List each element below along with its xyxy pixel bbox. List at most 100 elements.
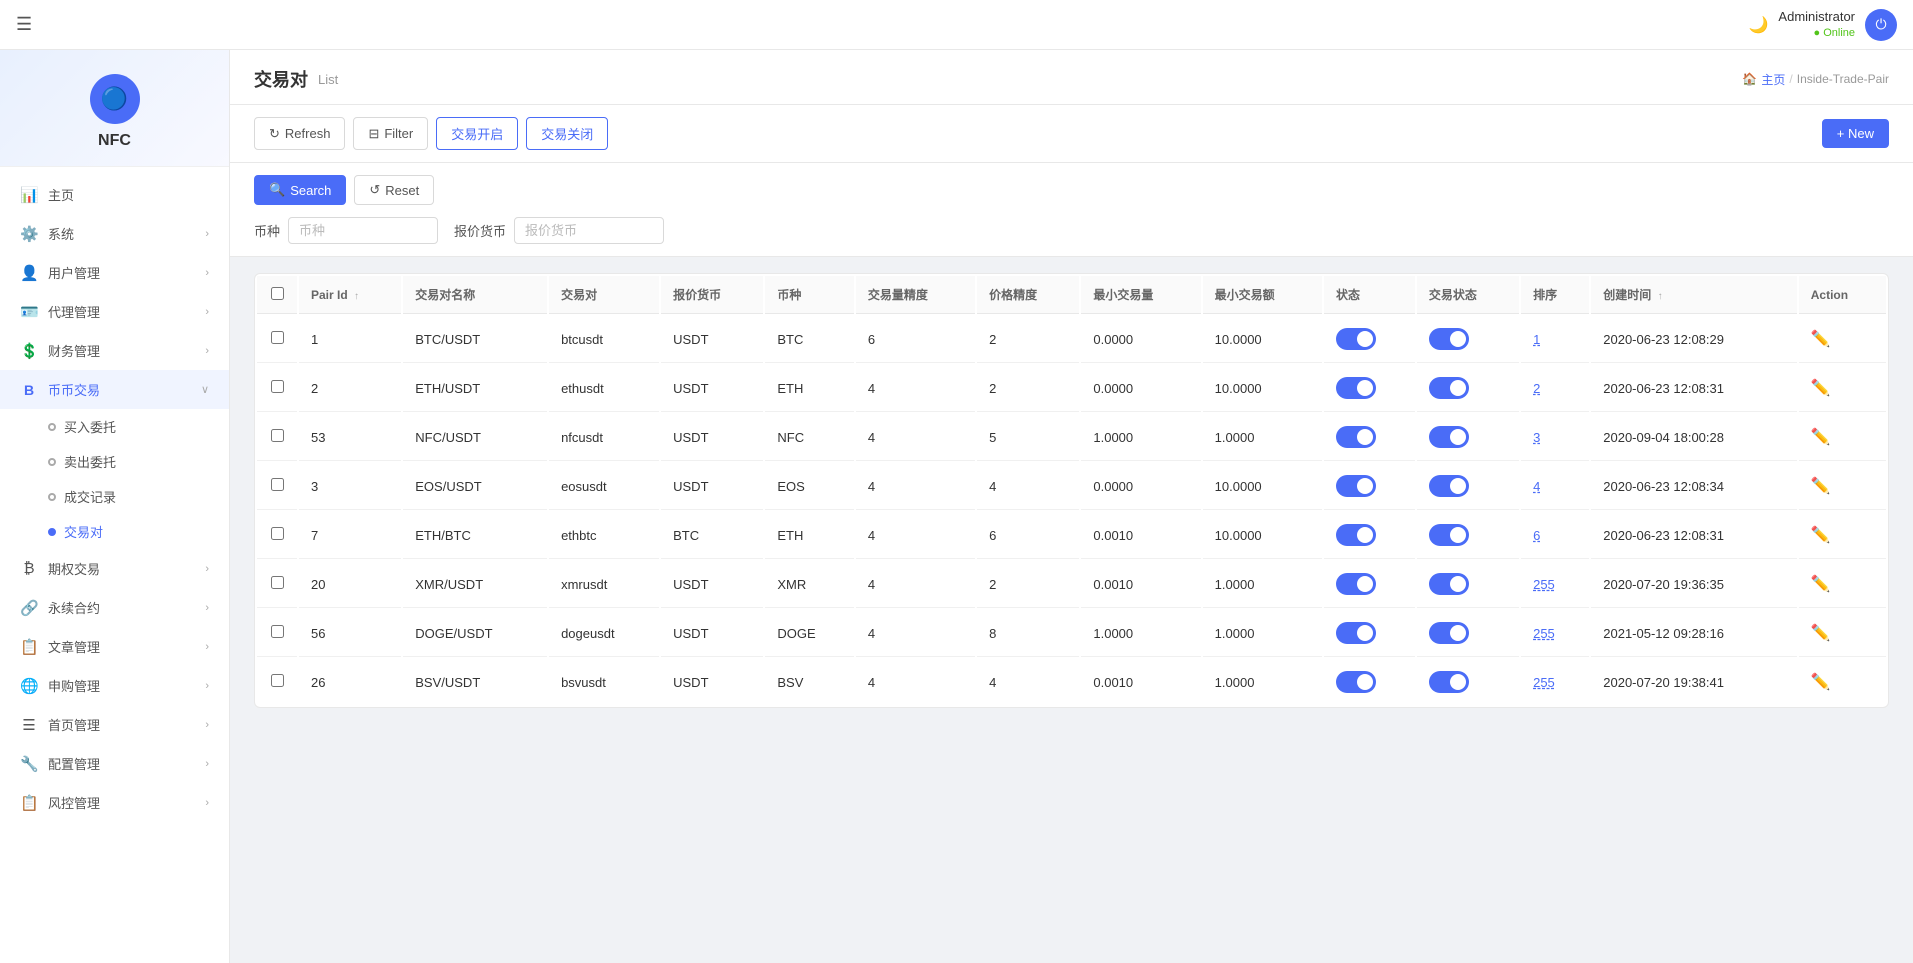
row-coin: NFC bbox=[765, 414, 853, 461]
sub-nav-sell[interactable]: 卖出委托 bbox=[0, 444, 229, 479]
filter-button[interactable]: ⊟ Filter bbox=[353, 117, 428, 150]
row-vol-precision: 4 bbox=[856, 414, 975, 461]
row-checkbox[interactable] bbox=[271, 478, 284, 491]
menu-icon[interactable]: ☰ bbox=[16, 14, 32, 35]
trade-status-toggle[interactable] bbox=[1429, 524, 1469, 546]
sidebar-item-article[interactable]: 📋 文章管理 › bbox=[0, 627, 229, 666]
edit-icon[interactable]: ✏️ bbox=[1811, 674, 1831, 691]
row-trade-status bbox=[1417, 365, 1519, 412]
row-pairid: 7 bbox=[299, 512, 401, 559]
row-trade-status bbox=[1417, 463, 1519, 510]
row-checkbox[interactable] bbox=[271, 527, 284, 540]
row-quote: USDT bbox=[661, 463, 763, 510]
logo-text: NFC bbox=[98, 132, 131, 150]
new-button[interactable]: + New bbox=[1822, 119, 1889, 148]
select-all-checkbox[interactable] bbox=[271, 287, 284, 300]
sidebar-item-purchase[interactable]: 🌐 申购管理 › bbox=[0, 666, 229, 705]
sidebar-item-risk[interactable]: 📋 风控管理 › bbox=[0, 783, 229, 822]
status-toggle[interactable] bbox=[1336, 475, 1376, 497]
trade-status-toggle[interactable] bbox=[1429, 573, 1469, 595]
edit-icon[interactable]: ✏️ bbox=[1811, 380, 1831, 397]
rank-link[interactable]: 4 bbox=[1533, 479, 1540, 494]
row-pairid: 1 bbox=[299, 316, 401, 363]
rank-link[interactable]: 3 bbox=[1533, 430, 1540, 445]
rank-link[interactable]: 255 bbox=[1533, 577, 1555, 592]
rank-link[interactable]: 255 bbox=[1533, 675, 1555, 690]
edit-icon[interactable]: ✏️ bbox=[1811, 625, 1831, 642]
toolbar-left: ↻ Refresh ⊟ Filter 交易开启 交易关闭 bbox=[254, 117, 608, 150]
status-toggle[interactable] bbox=[1336, 426, 1376, 448]
sidebar-label-crypto: 币币交易 bbox=[48, 380, 100, 399]
sidebar-item-home[interactable]: 📊 主页 bbox=[0, 175, 229, 214]
sub-nav-buy[interactable]: 买入委托 bbox=[0, 409, 229, 444]
rank-link[interactable]: 2 bbox=[1533, 381, 1540, 396]
edit-icon[interactable]: ✏️ bbox=[1811, 429, 1831, 446]
edit-icon[interactable]: ✏️ bbox=[1811, 527, 1831, 544]
row-action: ✏️ bbox=[1799, 316, 1886, 363]
row-checkbox[interactable] bbox=[271, 331, 284, 344]
trade-status-toggle[interactable] bbox=[1429, 328, 1469, 350]
trade-close-button[interactable]: 交易关闭 bbox=[526, 117, 608, 150]
coin-input[interactable] bbox=[288, 217, 438, 244]
th-trade-status: 交易状态 bbox=[1417, 276, 1519, 314]
row-min-amount: 1.0000 bbox=[1203, 561, 1322, 608]
home-icon: 📊 bbox=[20, 186, 38, 204]
search-button[interactable]: 🔍 Search bbox=[254, 175, 346, 205]
trade-status-toggle[interactable] bbox=[1429, 377, 1469, 399]
row-checkbox[interactable] bbox=[271, 576, 284, 589]
power-button[interactable]: ⏻ bbox=[1865, 9, 1897, 41]
trade-status-toggle[interactable] bbox=[1429, 426, 1469, 448]
table-container: Pair Id ↑ 交易对名称 交易对 报价货币 币种 交易量精度 价格精度 最… bbox=[230, 257, 1913, 724]
refresh-button[interactable]: ↻ Refresh bbox=[254, 117, 345, 150]
sidebar-item-futures[interactable]: ₿ 期权交易 › bbox=[0, 549, 229, 588]
row-vol-precision: 4 bbox=[856, 463, 975, 510]
sidebar-item-config[interactable]: 🔧 配置管理 › bbox=[0, 744, 229, 783]
status-toggle[interactable] bbox=[1336, 622, 1376, 644]
edit-icon[interactable]: ✏️ bbox=[1811, 478, 1831, 495]
row-action: ✏️ bbox=[1799, 512, 1886, 559]
status-toggle[interactable] bbox=[1336, 524, 1376, 546]
status-toggle[interactable] bbox=[1336, 328, 1376, 350]
sidebar-item-crypto[interactable]: B 币币交易 ∨ bbox=[0, 370, 229, 409]
edit-icon[interactable]: ✏️ bbox=[1811, 331, 1831, 348]
row-price-precision: 8 bbox=[977, 610, 1079, 657]
trade-status-toggle[interactable] bbox=[1429, 475, 1469, 497]
chevron-right-icon: › bbox=[205, 758, 209, 770]
sub-nav-history[interactable]: 成交记录 bbox=[0, 479, 229, 514]
trade-open-button[interactable]: 交易开启 bbox=[436, 117, 518, 150]
row-price-precision: 4 bbox=[977, 463, 1079, 510]
breadcrumb-home-link[interactable]: 主页 bbox=[1761, 71, 1785, 88]
row-checkbox[interactable] bbox=[271, 625, 284, 638]
sidebar-item-user[interactable]: 👤 用户管理 › bbox=[0, 253, 229, 292]
trade-status-toggle[interactable] bbox=[1429, 671, 1469, 693]
theme-icon[interactable]: 🌙 bbox=[1749, 15, 1769, 35]
sidebar-item-system[interactable]: ⚙️ 系统 › bbox=[0, 214, 229, 253]
table-row: 2 ETH/USDT ethusdt USDT ETH 4 2 0.0000 1… bbox=[257, 365, 1886, 412]
row-price-precision: 2 bbox=[977, 561, 1079, 608]
status-toggle[interactable] bbox=[1336, 377, 1376, 399]
row-checkbox-cell bbox=[257, 512, 297, 559]
row-checkbox[interactable] bbox=[271, 380, 284, 393]
reset-button[interactable]: ↺ Reset bbox=[354, 175, 434, 205]
finance-icon: 💲 bbox=[20, 342, 38, 360]
rank-link[interactable]: 255 bbox=[1533, 626, 1555, 641]
crypto-icon: B bbox=[20, 382, 38, 398]
sidebar-item-agent[interactable]: 🪪 代理管理 › bbox=[0, 292, 229, 331]
rank-link[interactable]: 1 bbox=[1533, 332, 1540, 347]
row-checkbox[interactable] bbox=[271, 674, 284, 687]
row-status bbox=[1324, 316, 1415, 363]
sidebar: 🔵 NFC 📊 主页 ⚙️ 系统 › 👤 用户管理 bbox=[0, 50, 230, 963]
search-icon: 🔍 bbox=[269, 182, 285, 198]
row-status bbox=[1324, 561, 1415, 608]
sub-nav-tradepair[interactable]: 交易对 bbox=[0, 514, 229, 549]
sidebar-item-homepage[interactable]: ☰ 首页管理 › bbox=[0, 705, 229, 744]
edit-icon[interactable]: ✏️ bbox=[1811, 576, 1831, 593]
sidebar-item-perpetual[interactable]: 🔗 永续合约 › bbox=[0, 588, 229, 627]
rank-link[interactable]: 6 bbox=[1533, 528, 1540, 543]
sidebar-item-finance[interactable]: 💲 财务管理 › bbox=[0, 331, 229, 370]
status-toggle[interactable] bbox=[1336, 573, 1376, 595]
quote-input[interactable] bbox=[514, 217, 664, 244]
trade-status-toggle[interactable] bbox=[1429, 622, 1469, 644]
status-toggle[interactable] bbox=[1336, 671, 1376, 693]
row-checkbox[interactable] bbox=[271, 429, 284, 442]
